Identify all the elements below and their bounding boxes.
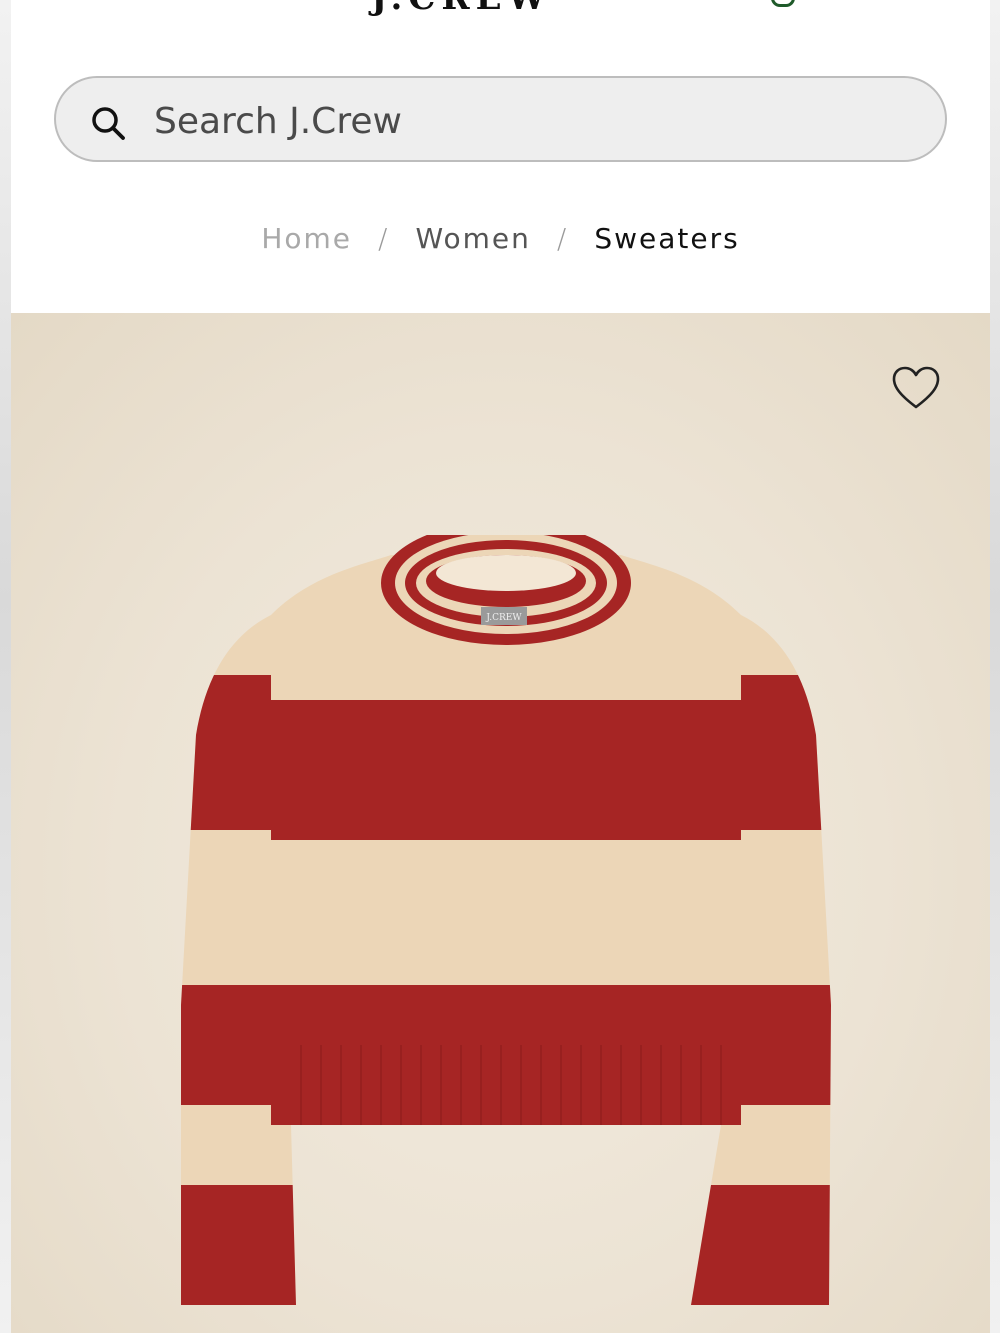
heart-icon[interactable]: [891, 365, 941, 411]
page-edge: [989, 0, 1000, 1333]
sweater-label-text: J.CREW: [485, 613, 522, 623]
bag-icon[interactable]: [771, 0, 795, 7]
breadcrumb-separator: /: [556, 222, 569, 255]
page-edge: [0, 0, 11, 1333]
breadcrumb-home[interactable]: Home: [261, 222, 352, 255]
breadcrumb-sweaters: Sweaters: [594, 222, 740, 255]
search-input[interactable]: [152, 96, 896, 146]
page: J.CREW Home / Women / Sweaters: [11, 0, 990, 1333]
search-icon[interactable]: [90, 105, 126, 141]
search-bar[interactable]: [54, 76, 947, 162]
breadcrumb-women[interactable]: Women: [415, 222, 530, 255]
breadcrumb: Home / Women / Sweaters: [11, 222, 990, 255]
sweater-image: J.CREW: [181, 535, 831, 1305]
brand-logo[interactable]: J.CREW: [371, 0, 552, 18]
breadcrumb-separator: /: [378, 222, 390, 255]
product-image-area[interactable]: J.CREW: [11, 313, 990, 1333]
